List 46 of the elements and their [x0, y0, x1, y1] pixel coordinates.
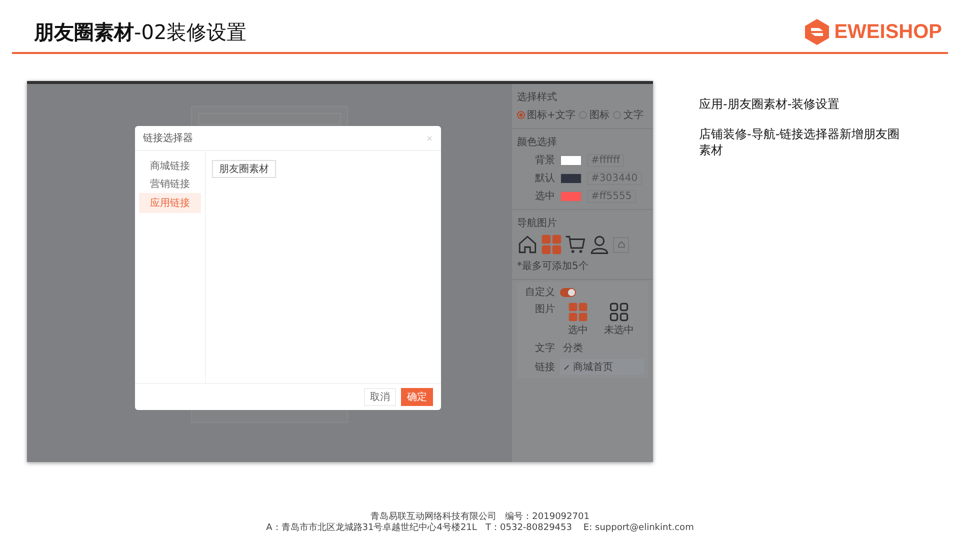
house-icon [618, 241, 624, 248]
section-title: 导航图片 [517, 216, 558, 230]
hexagon-logo-icon [804, 18, 830, 46]
footer-text: A：青岛市市北区龙城路31号卓越世纪中心4号楼21L T：0532-80829453 E: support@elinkint.com [266, 523, 694, 535]
style-radio[interactable]: 文字 [613, 108, 644, 122]
grid-outline-icon[interactable] [609, 302, 629, 322]
color-swatch[interactable] [560, 172, 582, 184]
confirm-button[interactable]: 确定 [401, 388, 433, 406]
note-text: 店铺装修-导航-链接选择器新增朋友圈素材 [699, 126, 901, 159]
field-label: 图片 [534, 302, 555, 316]
section-title: 选择样式 [517, 90, 558, 104]
link-icon [563, 364, 570, 370]
color-value-field[interactable]: #ffffff [587, 154, 624, 166]
color-value-field[interactable]: #ff5555 [587, 190, 636, 202]
cancel-button[interactable]: 取消 [364, 388, 396, 406]
text-field[interactable]: 分类 [560, 340, 644, 356]
note-text: 应用-朋友圈素材-装修设置 [699, 96, 841, 112]
footer-text: 青岛易联互动网络科技有限公司 编号：2019092701 [370, 512, 590, 522]
color-swatch[interactable] [560, 190, 582, 202]
color-label: 背景 [534, 154, 555, 167]
hint-text: *最多可添加5个 [517, 260, 590, 273]
section-title: 颜色选择 [517, 136, 558, 149]
add-image-button[interactable] [613, 236, 629, 252]
field-label: 文字 [534, 342, 555, 355]
logo-text: EWEISHOP [834, 20, 942, 44]
link-category-item[interactable]: 应用链接 [139, 193, 201, 213]
home-icon[interactable] [517, 234, 538, 255]
color-label: 选中 [534, 190, 555, 203]
link-option-button[interactable]: 朋友圈素材 [212, 160, 276, 178]
dialog-title: 链接选择器 [143, 132, 193, 145]
color-value-field[interactable]: #303440 [587, 172, 642, 184]
color-label: 默认 [534, 172, 555, 185]
style-radio[interactable]: 图标+文字 [517, 108, 576, 122]
link-category-item[interactable]: 营销链接 [139, 175, 201, 193]
user-icon[interactable] [589, 234, 610, 255]
image-caption: 选中 [568, 324, 588, 337]
slide-title: 朋友圈素材-02装修设置 [34, 18, 247, 46]
custom-toggle[interactable] [560, 288, 576, 296]
field-label: 链接 [534, 360, 555, 374]
link-field[interactable]: 商城首页 [560, 359, 644, 375]
toggle-label: 自定义 [525, 286, 555, 299]
image-caption: 未选中 [604, 324, 634, 337]
link-category-item[interactable]: 商城链接 [139, 157, 201, 175]
cart-icon[interactable] [565, 234, 586, 255]
style-radio[interactable]: 图标 [579, 108, 610, 122]
color-swatch[interactable] [560, 154, 582, 166]
